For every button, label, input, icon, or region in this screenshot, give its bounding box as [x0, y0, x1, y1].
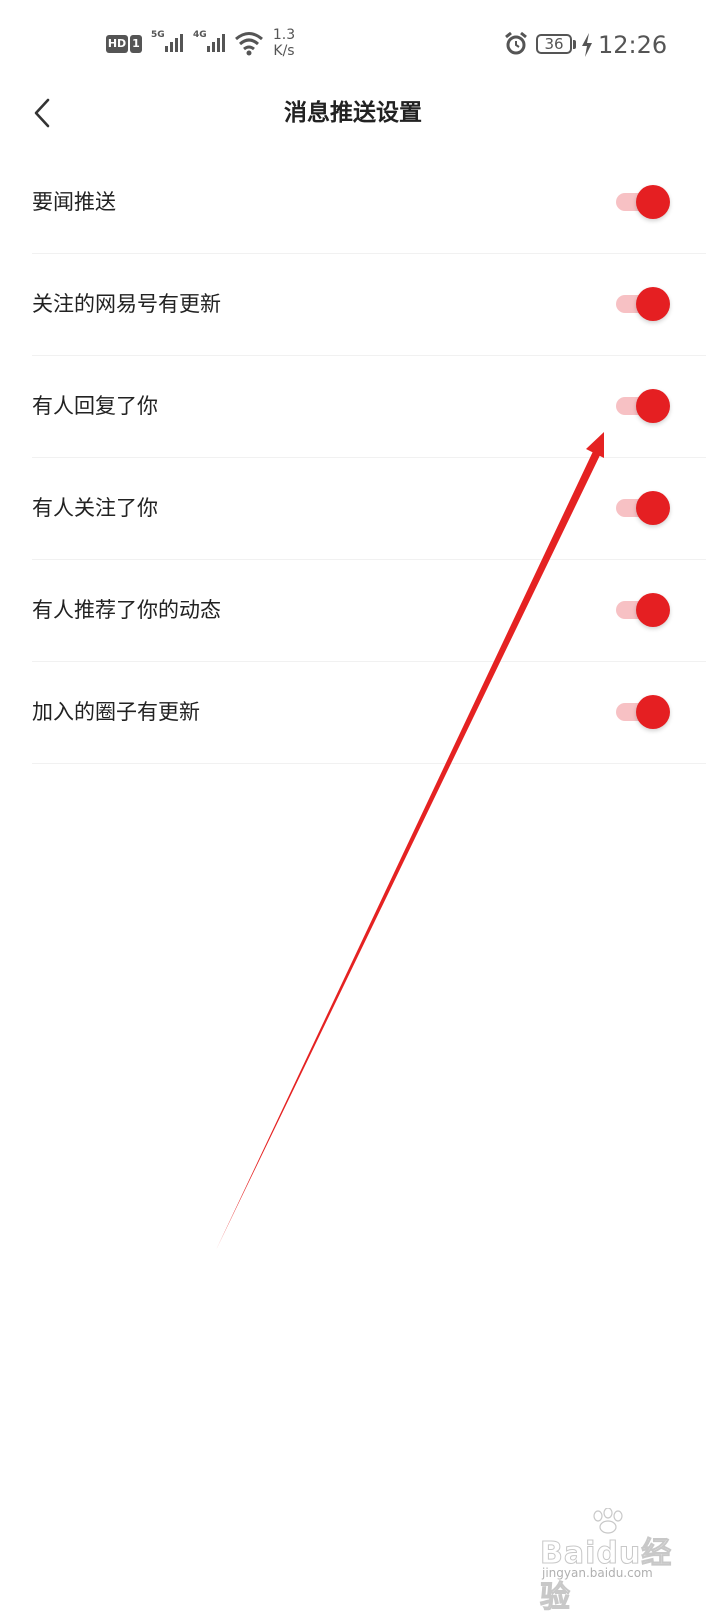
toggle-switch[interactable]: [616, 185, 670, 219]
battery-tip: [573, 40, 576, 49]
signal-icon: [207, 34, 225, 52]
toggle-switch[interactable]: [616, 593, 670, 627]
toggle-knob: [636, 695, 670, 729]
toggle-switch[interactable]: [616, 491, 670, 525]
charging-icon: [582, 33, 592, 57]
setting-label: 加入的圈子有更新: [32, 700, 200, 724]
network-speed: 1.3 K/s: [270, 27, 298, 59]
watermark: Baidu经验 jingyan.baidu.com: [540, 1508, 700, 1616]
setting-label: 有人推荐了你的动态: [32, 598, 221, 622]
network-speed-value: 1.3: [272, 27, 296, 43]
battery-icon: 36: [536, 34, 572, 54]
settings-list: 要闻推送 关注的网易号有更新 有人回复了你 有人关注了你 有人推荐了你的动态 加…: [0, 152, 720, 764]
sim-icon: 1: [130, 35, 142, 53]
setting-label: 要闻推送: [32, 190, 116, 214]
setting-row-headline-push[interactable]: 要闻推送: [32, 152, 706, 254]
toggle-knob: [636, 491, 670, 525]
network-speed-unit: K/s: [273, 43, 295, 59]
setting-row-circle-updates[interactable]: 加入的圈子有更新: [32, 662, 706, 764]
header-bar: 消息推送设置: [0, 90, 720, 136]
hd-icon: HD: [106, 35, 128, 53]
setting-row-followed-accounts[interactable]: 关注的网易号有更新: [32, 254, 706, 356]
page-title: 消息推送设置: [284, 100, 422, 126]
back-button[interactable]: [22, 90, 62, 136]
alarm-icon: [505, 31, 527, 55]
toggle-knob: [636, 287, 670, 321]
setting-label: 有人回复了你: [32, 394, 158, 418]
network-type-1: 5G: [151, 30, 165, 40]
setting-row-replies[interactable]: 有人回复了你: [32, 356, 706, 458]
clock-time: 12:26: [598, 31, 668, 59]
setting-label: 关注的网易号有更新: [32, 292, 221, 316]
toggle-switch[interactable]: [616, 389, 670, 423]
toggle-knob: [636, 185, 670, 219]
toggle-knob: [636, 389, 670, 423]
watermark-url: jingyan.baidu.com: [542, 1566, 653, 1580]
setting-row-recommendations[interactable]: 有人推荐了你的动态: [32, 560, 706, 662]
signal-icon: [165, 34, 183, 52]
status-bar: HD 1 5G 4G 1.3 K/s 36 12:26: [0, 0, 720, 90]
wifi-icon: [235, 32, 263, 56]
setting-label: 有人关注了你: [32, 496, 158, 520]
toggle-knob: [636, 593, 670, 627]
network-type-2: 4G: [193, 30, 207, 40]
chevron-left-icon: [34, 98, 50, 128]
toggle-switch[interactable]: [616, 287, 670, 321]
setting-row-new-followers[interactable]: 有人关注了你: [32, 458, 706, 560]
toggle-switch[interactable]: [616, 695, 670, 729]
